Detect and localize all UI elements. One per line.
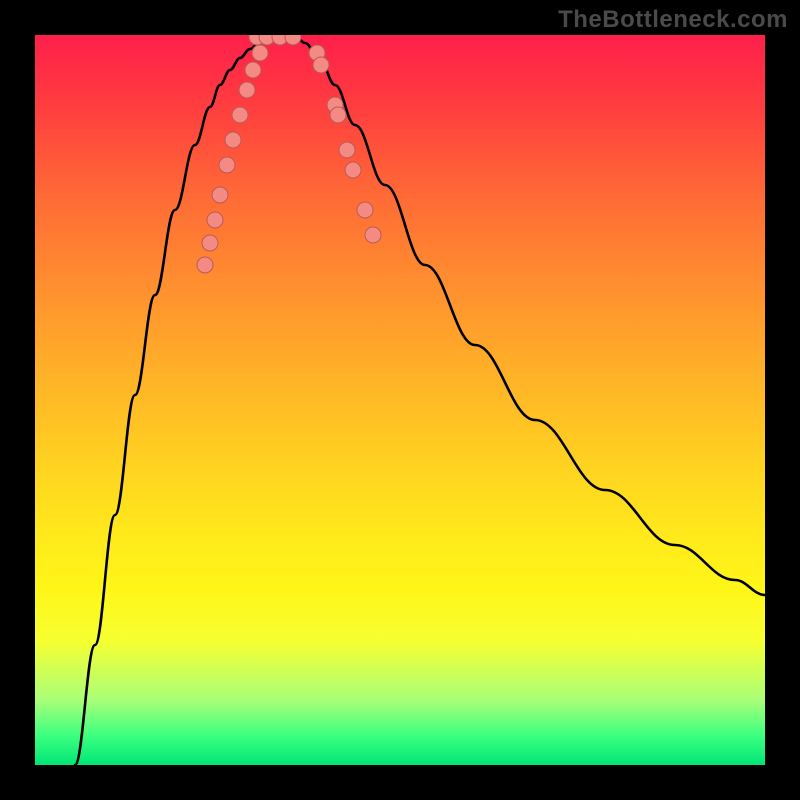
curve-layer [75,36,765,765]
chart-svg [35,35,765,765]
marker-dot [345,162,361,178]
marker-dot [232,107,248,123]
watermark-text: TheBottleneck.com [558,6,788,34]
marker-dot [219,157,235,173]
marker-dot [245,62,261,78]
marker-layer [197,35,381,273]
marker-dot [212,187,228,203]
marker-dot [365,227,381,243]
marker-dot [207,212,223,228]
marker-dot [339,142,355,158]
chart-frame: TheBottleneck.com [0,0,800,800]
marker-dot [225,132,241,148]
marker-dot [239,82,255,98]
plot-area [35,35,765,765]
marker-dot [357,202,373,218]
marker-dot [313,57,329,73]
marker-dot [285,35,301,45]
marker-dot [197,257,213,273]
curve-left-curve [75,36,275,765]
marker-dot [202,235,218,251]
curve-right-curve [295,36,765,595]
marker-dot [330,107,346,123]
marker-dot [252,45,268,61]
